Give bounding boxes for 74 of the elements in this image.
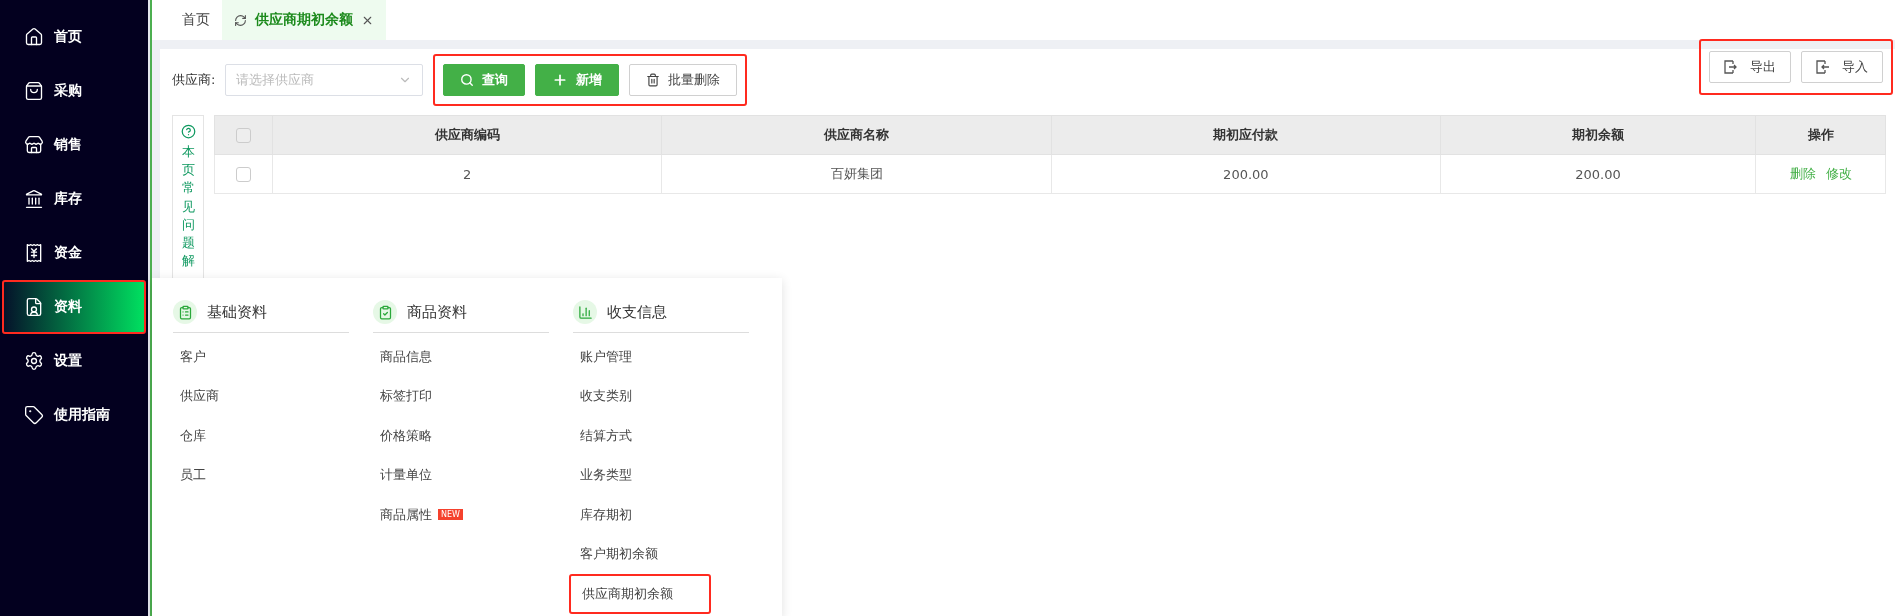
export-icon xyxy=(1724,60,1738,74)
menu-heading: 收支信息 xyxy=(607,302,667,322)
menu-item[interactable]: 结算方式 xyxy=(569,416,749,456)
menu-item[interactable]: 供应商期初余额 xyxy=(569,574,711,614)
sidebar-item[interactable]: 首页 xyxy=(2,10,146,64)
menu-item[interactable]: 收支类别 xyxy=(569,376,749,416)
column-header: 供应商名称 xyxy=(661,115,1052,155)
row-checkbox[interactable] xyxy=(236,167,251,182)
menu-item[interactable]: 价格策略 xyxy=(369,416,549,456)
table-cell: 2 xyxy=(272,154,662,194)
menu-item[interactable]: 账户管理 xyxy=(569,337,749,377)
sidebar-item[interactable]: 销售 xyxy=(2,118,146,172)
sidebar-item[interactable]: 采购 xyxy=(2,64,146,118)
column-header: 操作 xyxy=(1755,115,1886,155)
toolbar-button[interactable]: 批量删除 xyxy=(629,64,738,96)
filter-label: 供应商: xyxy=(172,71,216,89)
menu-item[interactable]: 业务类型 xyxy=(569,455,749,495)
sidebar-label: 销售 xyxy=(54,136,82,154)
column-header: 期初应付款 xyxy=(1051,115,1441,155)
tag-icon xyxy=(24,405,44,425)
menu-item[interactable]: 员工 xyxy=(169,455,349,495)
checklist-icon xyxy=(373,300,397,324)
bank-icon xyxy=(24,189,44,209)
select-all-checkbox[interactable] xyxy=(236,128,251,143)
menu-item[interactable]: 库存期初 xyxy=(569,495,749,535)
menu-item[interactable]: 商品信息 xyxy=(369,337,549,377)
menu-heading: 商品资料 xyxy=(407,302,467,322)
sidebar-label: 使用指南 xyxy=(54,406,110,424)
settings-icon xyxy=(24,351,44,371)
clipboard-icon xyxy=(173,300,197,324)
store-icon xyxy=(24,135,44,155)
import-icon xyxy=(1816,60,1830,74)
table-cell: 200.00 xyxy=(1440,154,1756,194)
menu-heading: 基础资料 xyxy=(207,302,267,322)
bar-chart-icon xyxy=(573,300,597,324)
search-icon xyxy=(460,73,475,87)
yen-receipt-icon xyxy=(24,243,44,263)
document-user-icon xyxy=(24,297,44,317)
sidebar-item[interactable]: 资料 xyxy=(2,280,146,334)
sidebar-label: 资金 xyxy=(54,244,82,262)
sidebar-label: 库存 xyxy=(54,190,82,208)
menu-item[interactable]: 标签打印 xyxy=(369,376,549,416)
menu-item[interactable]: 计量单位 xyxy=(369,455,549,495)
sidebar-item[interactable]: 资金 xyxy=(2,226,146,280)
menu-item[interactable]: 供应商 xyxy=(169,376,349,416)
sidebar-label: 采购 xyxy=(54,82,82,100)
menu-item[interactable]: 客户 xyxy=(169,337,349,377)
sidebar-label: 首页 xyxy=(54,28,82,46)
sidebar-label: 资料 xyxy=(54,298,82,316)
table-cell: 200.00 xyxy=(1051,154,1441,194)
new-badge: NEW xyxy=(438,509,463,521)
sidebar-label: 设置 xyxy=(54,352,82,370)
tab[interactable]: 供应商期初余额 xyxy=(222,0,386,40)
column-header: 供应商编码 xyxy=(272,115,662,155)
tab-label: 供应商期初余额 xyxy=(255,11,353,29)
trash-icon xyxy=(646,73,661,87)
bag-icon xyxy=(24,81,44,101)
menu-item[interactable]: 商品属性 NEW xyxy=(369,495,549,535)
table-cell: 百妍集团 xyxy=(661,154,1052,194)
house-icon xyxy=(24,27,44,47)
toolbar-button[interactable]: 导出 xyxy=(1709,51,1791,83)
sidebar-item[interactable]: 使用指南 xyxy=(2,388,146,442)
column-header: 期初余额 xyxy=(1440,115,1756,155)
menu-item[interactable]: 客户期初余额 xyxy=(569,534,749,574)
refresh-icon[interactable] xyxy=(234,13,247,27)
tab-label: 首页 xyxy=(182,11,210,29)
tab[interactable]: 首页 xyxy=(170,0,222,40)
help-panel[interactable]: 本页常见问题解 xyxy=(172,115,204,280)
help-text: 本页常见问题解 xyxy=(181,143,195,271)
menu-item[interactable]: 仓库 xyxy=(169,416,349,456)
sidebar-item[interactable]: 设置 xyxy=(2,334,146,388)
toolbar-button[interactable]: 导入 xyxy=(1801,51,1883,83)
sidebar-item[interactable]: 库存 xyxy=(2,172,146,226)
help-icon xyxy=(180,124,196,139)
